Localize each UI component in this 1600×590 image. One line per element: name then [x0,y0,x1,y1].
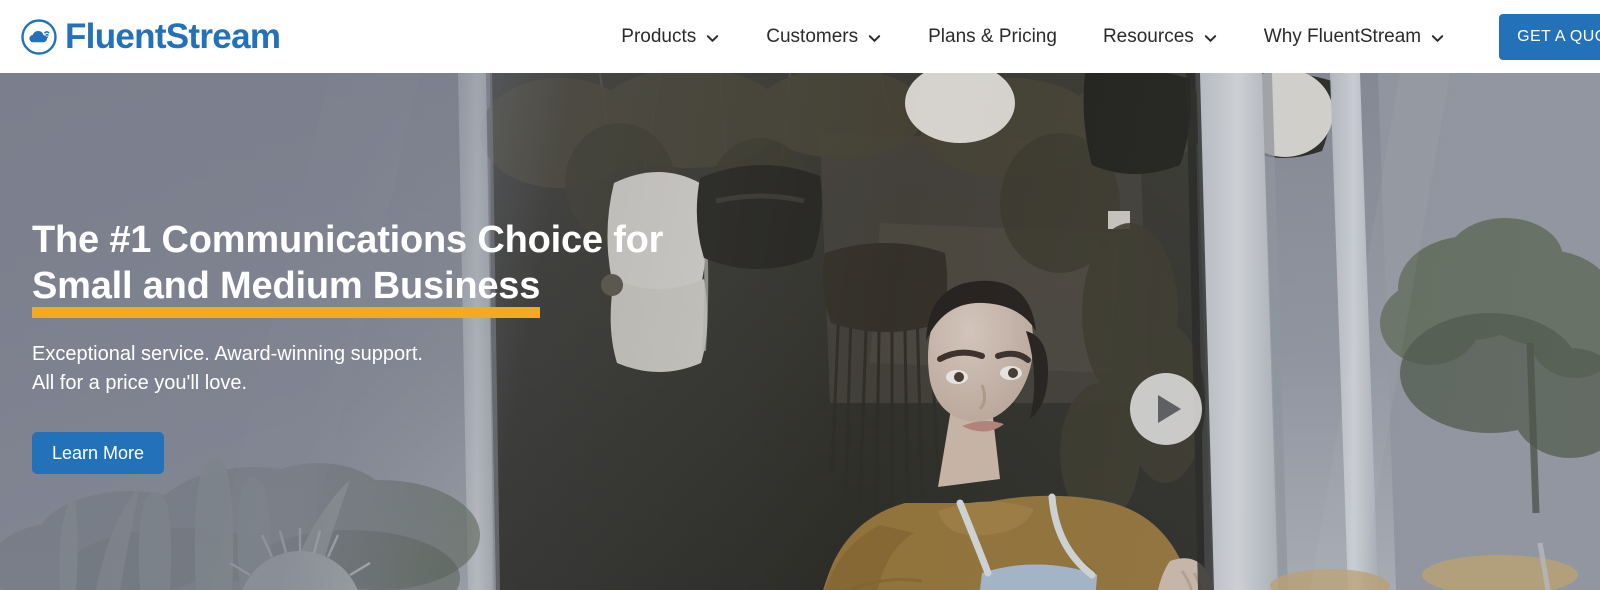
nav-label: Why FluentStream [1263,25,1422,47]
nav-label: Products [621,25,697,47]
nav-label: Plans & Pricing [928,25,1057,47]
headline-line-2: Small and Medium Business [32,265,541,307]
headline-line-1: The #1 Communications Choice for [32,219,664,261]
cloud-signal-icon [21,18,57,55]
get-a-quote-button[interactable]: GET A QUOTE [1499,13,1600,60]
play-icon [1158,395,1181,423]
hero-headline: The #1 Communications Choice for Small a… [32,217,732,318]
nav-item-products[interactable]: Products [598,17,743,57]
site-header: FluentStream Products Customers Plans & … [0,0,1600,73]
nav-label: Customers [766,25,859,47]
main-navigation: Products Customers Plans & Pricing Resou… [598,17,1468,57]
logo[interactable]: FluentStream [20,16,281,56]
subheadline-line-2: All for a price you'll love. [32,372,248,394]
chevron-down-icon [1204,34,1216,42]
learn-more-button[interactable]: Learn More [32,432,165,474]
nav-label: Resources [1102,25,1194,47]
hero-copy: The #1 Communications Choice for Small a… [32,217,732,474]
nav-item-plans-pricing[interactable]: Plans & Pricing [905,17,1080,57]
video-play-button[interactable] [1130,373,1202,445]
chevron-down-icon [1431,34,1444,42]
hero-section: The #1 Communications Choice for Small a… [0,73,1600,590]
headline-line-2-wrapper: Small and Medium Business [32,263,540,318]
hero-subheadline: Exceptional service. Award-winning suppo… [32,340,732,398]
nav-item-resources[interactable]: Resources [1080,17,1241,57]
chevron-down-icon [868,34,881,42]
chevron-down-icon [707,34,719,42]
logo-text: FluentStream [65,16,281,56]
nav-item-customers[interactable]: Customers [743,17,905,57]
subheadline-line-1: Exceptional service. Award-winning suppo… [32,343,423,365]
nav-item-why-fluentstream[interactable]: Why FluentStream [1241,17,1468,57]
